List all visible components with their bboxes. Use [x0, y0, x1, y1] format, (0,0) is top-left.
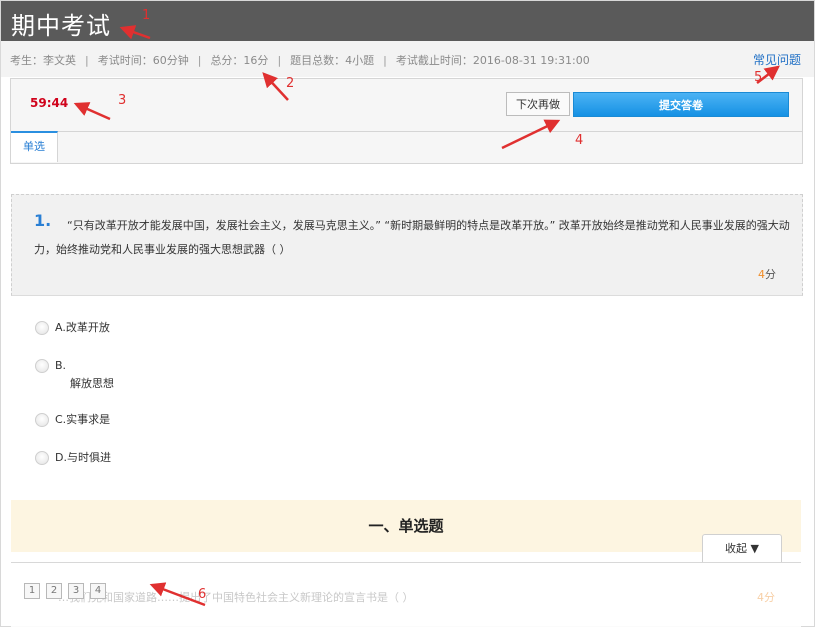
- exam-duration: 考试时间：60分钟: [97, 54, 189, 67]
- submit-answers-button[interactable]: 提交答卷: [573, 92, 789, 117]
- faq-link[interactable]: 常见问题: [753, 51, 801, 68]
- separator: |: [277, 54, 282, 67]
- exam-deadline: 考试截止时间：2016-08-31 19:31:00: [395, 54, 590, 67]
- radio-button[interactable]: [35, 359, 49, 373]
- option-sublabel: 解放思想: [70, 377, 114, 390]
- total-score: 总分：16分: [210, 54, 269, 67]
- option-label: A.改革开放: [55, 321, 110, 334]
- question-nav-item[interactable]: 1: [24, 583, 40, 599]
- question-nav-panel: …我们党和国家道路……提出了中国特色社会主义新理论的宣言书是（ ） 4分 1 2…: [11, 562, 801, 627]
- question-score-unit: 分: [765, 268, 776, 281]
- option-label: B.: [55, 359, 67, 372]
- question-nav-item[interactable]: 3: [68, 583, 84, 599]
- next-question-score: 4分: [757, 591, 775, 604]
- question-text: “只有改革开放才能发展中国，发展社会主义，发展马克思主义。” “新时期最鲜明的特…: [34, 219, 790, 256]
- section-banner: 一、单选题: [11, 500, 801, 552]
- collapse-button[interactable]: 收起 ▼: [702, 534, 782, 562]
- separator: |: [383, 54, 387, 67]
- option-b[interactable]: B. 解放思想: [35, 359, 114, 391]
- radio-button[interactable]: [35, 451, 49, 465]
- section-title: 一、单选题: [368, 517, 444, 535]
- exam-info-items: 考生：李文英 | 考试时间：60分钟 | 总分：16分 | 题目总数：4小题 | 考试截止时间：…: [10, 52, 590, 68]
- option-d[interactable]: D.与时俱进: [35, 451, 111, 465]
- exam-control-panel: 59:44 下次再做 提交答卷 单选: [10, 78, 803, 164]
- option-label: D.与时俱进: [55, 451, 111, 464]
- annotation-label-3: 3: [118, 93, 127, 108]
- radio-button[interactable]: [35, 321, 49, 335]
- annotation-label-6: 6: [198, 587, 207, 602]
- question-nav-item[interactable]: 2: [46, 583, 62, 599]
- exam-info-bar: 考生：李文英 | 考试时间：60分钟 | 总分：16分 | 题目总数：4小题 | 考试截止时间：…: [1, 41, 814, 77]
- tab-single-choice[interactable]: 单选: [11, 131, 58, 162]
- question-nav-item[interactable]: 4: [90, 583, 106, 599]
- question-score-value: 4: [758, 268, 765, 281]
- annotation-label-4: 4: [575, 133, 584, 148]
- exam-title: 期中考试: [11, 12, 111, 40]
- countdown-timer: 59:44: [30, 96, 69, 110]
- save-for-later-button[interactable]: 下次再做: [506, 92, 570, 116]
- student-name: 考生：李文英: [10, 54, 76, 67]
- radio-button[interactable]: [35, 413, 49, 427]
- option-label-wrap: B. 解放思想: [55, 359, 114, 391]
- annotation-label-5: 5: [754, 70, 763, 85]
- control-toolbar: 59:44 下次再做 提交答卷: [11, 79, 802, 132]
- question-score: 4分: [758, 266, 776, 282]
- annotation-label-2: 2: [286, 76, 295, 91]
- question-header: 1. “只有改革开放才能发展中国，发展社会主义，发展马克思主义。” “新时期最鲜…: [11, 194, 803, 296]
- option-label: C.实事求是: [55, 413, 111, 426]
- separator: |: [85, 54, 89, 67]
- question-count: 题目总数：4小题: [290, 54, 375, 67]
- separator: |: [197, 54, 202, 67]
- next-question-preview: …我们党和国家道路……提出了中国特色社会主义新理论的宣言书是（ ）: [58, 591, 414, 604]
- option-c[interactable]: C.实事求是: [35, 413, 110, 427]
- question-nav: 1 2 3 4: [24, 583, 106, 599]
- option-a[interactable]: A.改革开放: [35, 321, 110, 335]
- annotation-label-1: 1: [142, 8, 151, 23]
- title-bar: 期中考试: [1, 1, 814, 41]
